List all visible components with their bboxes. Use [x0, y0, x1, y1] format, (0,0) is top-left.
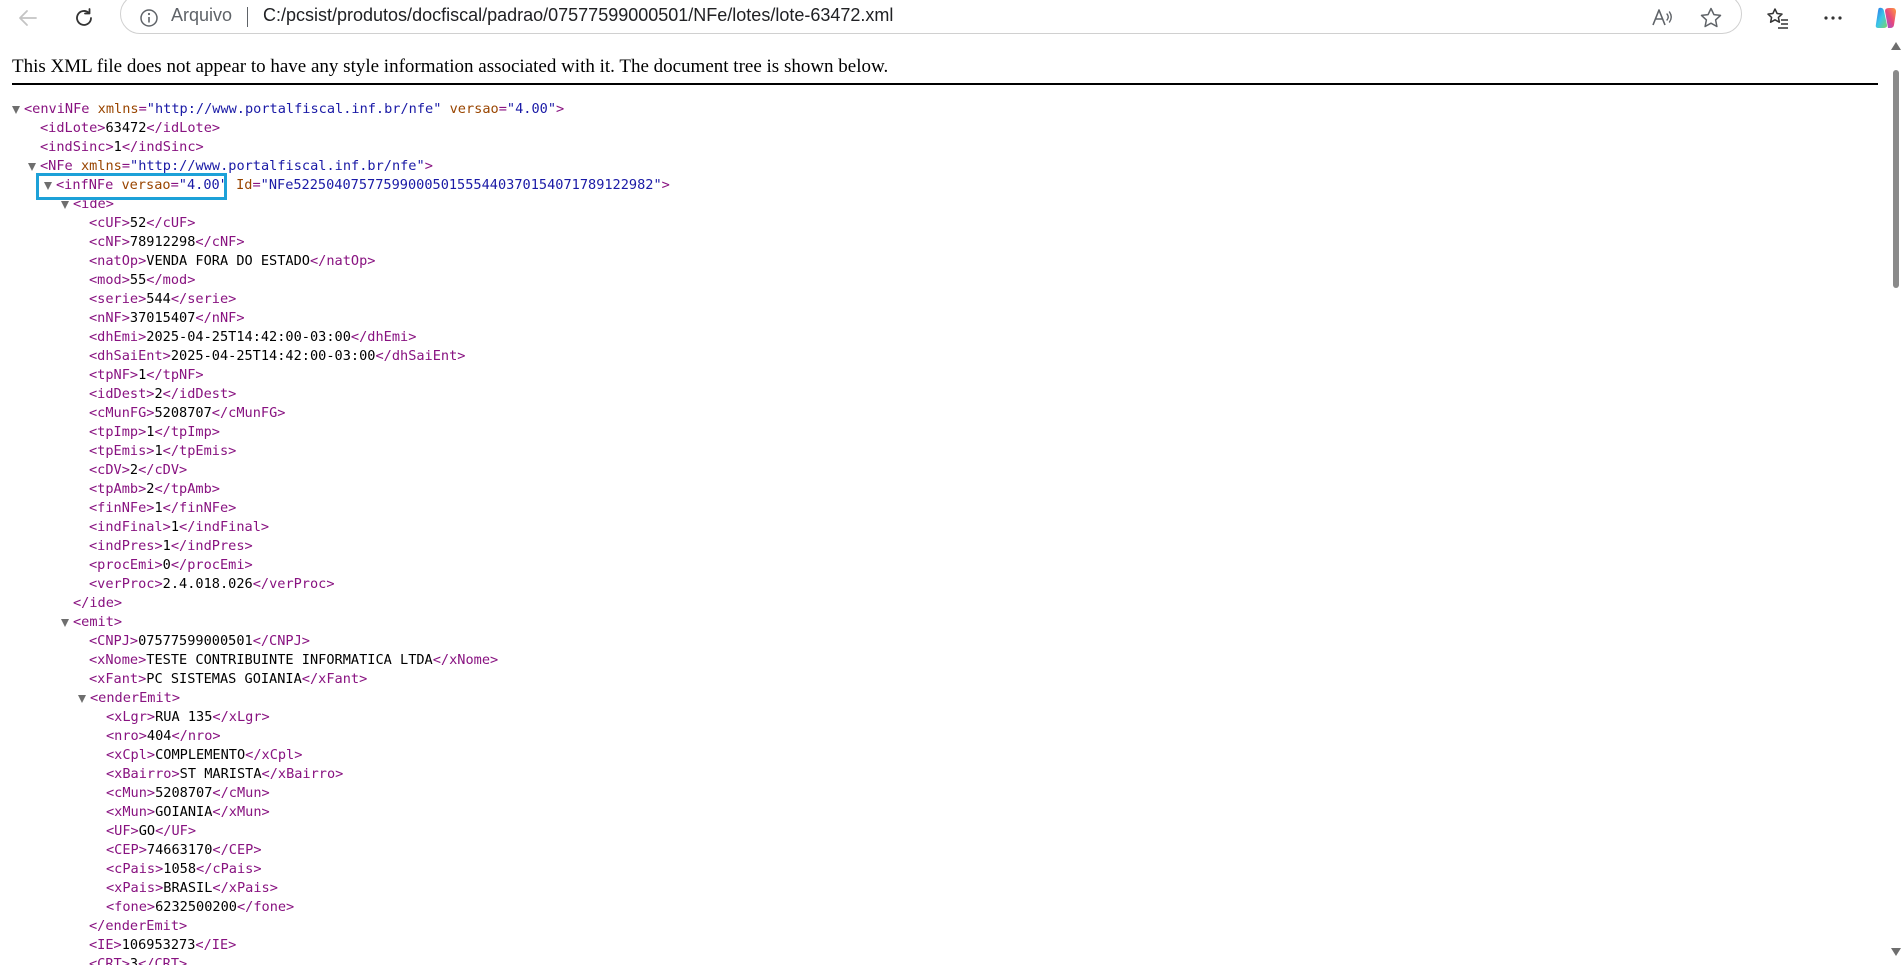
xml-line-enderemit-open: <enderEmit> [78, 689, 180, 708]
fold-toggle-icon[interactable] [78, 695, 86, 703]
xml-line-xfant: <xFant>PC SISTEMAS GOIANIA</xFant> [89, 671, 368, 687]
xml-line-iddest: <idDest>2</idDest> [89, 386, 237, 402]
xml-line-finnfe: <finNFe>1</finNFe> [89, 500, 237, 516]
xml-line-cnf: <cNF>78912298</cNF> [89, 234, 245, 250]
xml-line-verproc: <verProc>2.4.018.026</verProc> [89, 576, 335, 592]
xml-line-ide-open: <ide> [61, 195, 114, 214]
xml-line-cnpj: <CNPJ>07577599000501</CNPJ> [89, 633, 310, 649]
favorites-button[interactable] [1763, 3, 1793, 33]
fold-toggle-icon[interactable] [44, 182, 52, 190]
xml-line-cdv: <cDV>2</cDV> [89, 462, 188, 478]
fold-toggle-icon[interactable] [12, 106, 20, 114]
address-separator [247, 7, 248, 27]
xml-line-tpemis: <tpEmis>1</tpEmis> [89, 443, 237, 459]
notice-divider [12, 83, 1878, 85]
vertical-scrollbar[interactable] [1888, 36, 1904, 965]
read-aloud-icon[interactable] [1651, 7, 1675, 34]
xml-line-mod: <mod>55</mod> [89, 272, 196, 288]
xml-line-cep: <CEP>74663170</CEP> [106, 842, 262, 858]
xml-line-natop: <natOp>VENDA FORA DO ESTADO</natOp> [89, 253, 376, 269]
copilot-icon [1875, 7, 1896, 29]
xml-line-emit-open: <emit> [61, 613, 122, 632]
xml-line-cmun: <cMun>5208707</cMun> [106, 785, 270, 801]
scroll-up-arrow-icon[interactable] [1891, 42, 1901, 50]
fold-toggle-icon[interactable] [28, 163, 36, 171]
xml-line-tpamb: <tpAmb>2</tpAmb> [89, 481, 220, 497]
xml-line-xlgr: <xLgr>RUA 135</xLgr> [106, 709, 270, 725]
reload-icon [76, 8, 92, 26]
xml-line-xcpl: <xCpl>COMPLEMENTO</xCpl> [106, 747, 303, 763]
xml-line-cpais: <cPais>1058</cPais> [106, 861, 262, 877]
xml-line-dhemi: <dhEmi>2025-04-25T14:42:00-03:00</dhEmi> [89, 329, 417, 345]
xml-line-xmun: <xMun>GOIANIA</xMun> [106, 804, 270, 820]
xml-style-notice: This XML file does not appear to have an… [12, 56, 889, 77]
favorites-list-icon [1767, 8, 1788, 29]
favorite-star-icon[interactable] [1699, 6, 1723, 35]
reload-button[interactable] [69, 3, 99, 33]
xml-line-uf: <UF>GO</UF> [106, 823, 197, 839]
address-scheme-label: Arquivo [171, 5, 233, 25]
scroll-down-arrow-icon[interactable] [1891, 948, 1901, 956]
address-bar[interactable]: Arquivo C:/pcsist/produtos/docfiscal/pad… [120, 0, 1742, 34]
xml-line-crt: <CRT>3</CRT> [89, 956, 188, 965]
xml-line-serie: <serie>544</serie> [89, 291, 237, 307]
scrollbar-thumb[interactable] [1893, 70, 1899, 288]
xml-viewer: This XML file does not appear to have an… [0, 36, 1888, 965]
xml-line-nro: <nro>404</nro> [106, 728, 221, 744]
address-url[interactable]: C:/pcsist/produtos/docfiscal/padrao/0757… [263, 5, 893, 26]
xml-line-indsinc: <indSinc>1</indSinc> [40, 139, 204, 155]
xml-line-procemi: <procEmi>0</procEmi> [89, 557, 253, 573]
xml-line-envinfe: <enviNFe xmlns="http://www.portalfiscal.… [12, 100, 564, 119]
arrow-left-icon [19, 10, 37, 26]
site-info-icon[interactable] [139, 8, 159, 33]
xml-line-fone: <fone>6232500200</fone> [106, 899, 295, 915]
xml-line-idlote: <idLote>63472</idLote> [40, 120, 221, 136]
xml-line-cmunfg: <cMunFG>5208707</cMunFG> [89, 405, 286, 421]
xml-line-xpais: <xPais>BRASIL</xPais> [106, 880, 278, 896]
xml-line-nnf: <nNF>37015407</nNF> [89, 310, 245, 326]
back-button[interactable] [13, 3, 43, 33]
fold-toggle-icon[interactable] [61, 619, 69, 627]
xml-line-tpimp: <tpImp>1</tpImp> [89, 424, 220, 440]
xml-line-nfe: <NFe xmlns="http://www.portalfiscal.inf.… [28, 157, 433, 176]
fold-toggle-icon[interactable] [61, 201, 69, 209]
xml-line-enderemit-close: </enderEmit> [89, 918, 188, 934]
xml-line-indfinal: <indFinal>1</indFinal> [89, 519, 270, 535]
xml-line-ide-close: </ide> [73, 595, 123, 611]
xml-line-indpres: <indPres>1</indPres> [89, 538, 253, 554]
settings-more-button[interactable] [1818, 3, 1848, 33]
browser-toolbar: Arquivo C:/pcsist/produtos/docfiscal/pad… [0, 0, 1904, 36]
xml-line-infnfe: <infNFe versao="4.00" Id="NFe52250407577… [44, 176, 670, 195]
xml-line-dhsaient: <dhSaiEnt>2025-04-25T14:42:00-03:00</dhS… [89, 348, 466, 364]
more-dots-icon [1824, 16, 1842, 20]
xml-line-cuf: <cUF>52</cUF> [89, 215, 196, 231]
copilot-button[interactable] [1871, 3, 1901, 33]
xml-line-tpnf: <tpNF>1</tpNF> [89, 367, 204, 383]
xml-line-xbairro: <xBairro>ST MARISTA</xBairro> [106, 766, 344, 782]
xml-line-ie: <IE>106953273</IE> [89, 937, 237, 953]
xml-line-xnome: <xNome>TESTE CONTRIBUINTE INFORMATICA LT… [89, 652, 499, 668]
